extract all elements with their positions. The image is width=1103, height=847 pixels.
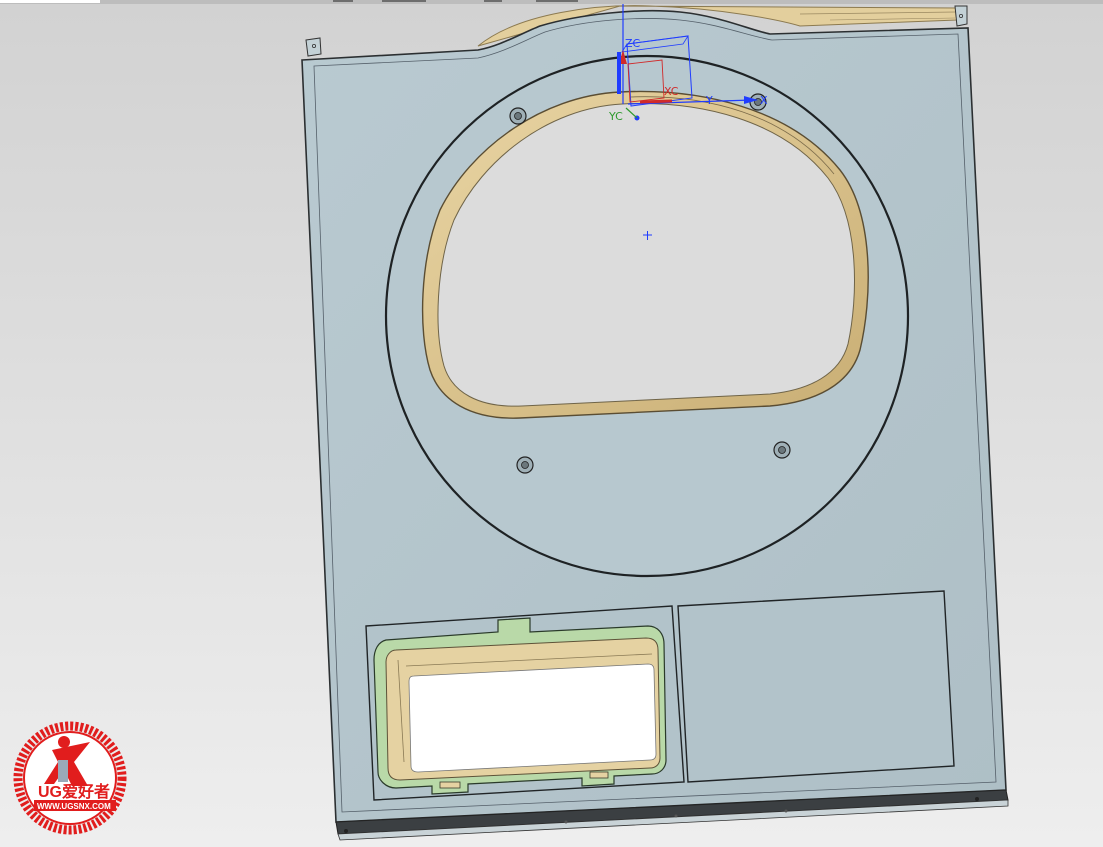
bottom-dimple — [784, 809, 788, 813]
y-label: Y — [705, 94, 713, 107]
bottom-dimple — [674, 814, 678, 818]
yc-label: YC — [608, 110, 623, 123]
vent-opening — [408, 663, 657, 773]
z-axis-thick — [617, 52, 621, 94]
mounting-tab-left — [305, 37, 322, 57]
xc-label: XC — [664, 85, 679, 98]
xc-axis-highlight — [639, 99, 673, 104]
screw-boss-bottom-right[interactable] — [773, 441, 791, 459]
flange-tab — [589, 771, 609, 779]
lower-right-recess[interactable] — [677, 590, 955, 783]
cad-model-scene[interactable]: ZC YC XC X Y — [0, 0, 1103, 847]
zc-label: ZC — [625, 37, 641, 50]
screw-boss-bottom-left[interactable] — [516, 456, 534, 474]
bottom-hole — [344, 829, 348, 833]
screw-boss-top-left[interactable] — [509, 107, 527, 125]
bottom-hole — [975, 797, 979, 801]
bottom-dimple — [564, 820, 568, 824]
mounting-tab-right — [954, 5, 968, 27]
flange-tab — [439, 781, 461, 789]
graphics-viewport[interactable]: ZC YC XC X Y UG爱好者 WWW.UGSNX.COM — [0, 0, 1103, 847]
x-label: X — [760, 94, 768, 107]
